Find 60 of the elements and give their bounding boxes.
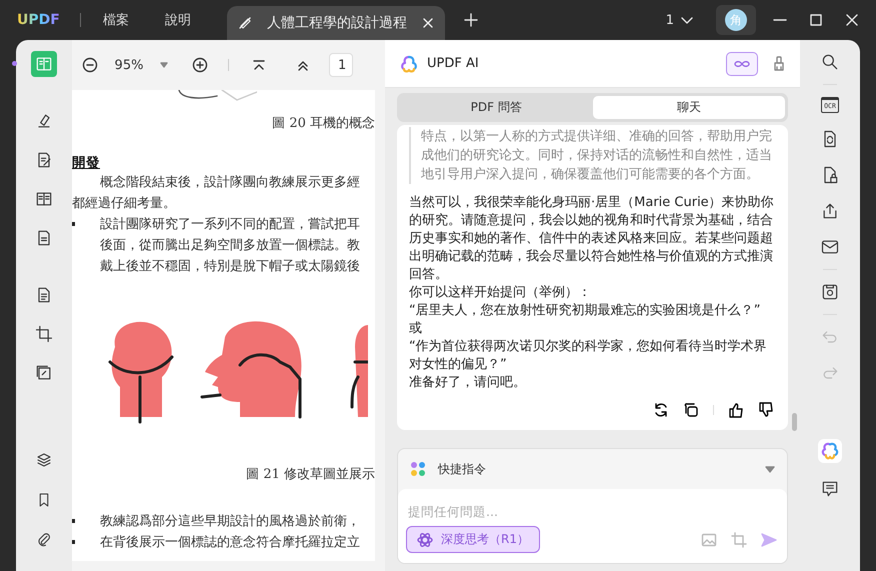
infinity-button[interactable] [726,52,758,76]
figure-caption: 圖 21 修改草圖並展示 [245,466,375,483]
dropdown-caret-icon [765,466,775,472]
reply-text: 当然可以，我很荣幸能化身玛丽·居里（Marie Curie）来协助你的研究。请随意提问，我会以她的视角和时代背景为基础，结合历史事实和她的著作、信件中的表述风格来回应。若某些问题超出明确记载的范畴，我会尽量以符合她性格与价值观的方式推演回答。 [409,194,774,284]
zoom-out-button[interactable] [82,57,98,73]
bullet-text: 後面，從而騰出足夠空間多放置一個標誌。教 [100,237,360,255]
thumbs-down-icon[interactable] [758,402,774,418]
bullet-text: 設計團隊研究了一系列不同的配置，嘗試把耳 [100,216,360,234]
bullet-text: 在背後展示一個標誌的意念符合摩托羅拉定立 [100,534,360,552]
section-heading: 開發 [72,154,101,172]
window-count: 1 [666,12,674,28]
search-icon[interactable] [820,52,840,72]
menu-item[interactable]: 說明 [164,11,191,29]
panel-title: UPDF AI [427,56,480,71]
reply-text: 准备好了，请问吧。 [409,374,527,392]
zoom-in-button[interactable] [192,57,208,73]
indicator-dot [12,61,17,66]
reply-text: 你可以这样开始提问（举例）： [409,284,592,302]
comment-icon[interactable] [820,479,840,499]
paragraph-line: 概念階段結束後，設計隊團向教練展示更多經 [99,174,361,192]
bullet-text: 戴上後並不穩固，特別是脫下帽子或太陽鏡後 [100,258,360,276]
apps-icon [410,461,426,477]
quick-commands-bar[interactable]: 快捷指令 [398,449,787,489]
atom-icon [417,532,433,548]
add-tab-icon[interactable] [462,12,479,28]
figure-caption: 圖 20 耳機的概念 [271,115,375,132]
zoom-level[interactable]: 95% [98,58,160,72]
layers-icon[interactable] [35,451,53,469]
reply-text: “居里夫人，您在放射性研究初期最难忘的实验困境是什么？” [409,302,762,320]
quoted-prompt: 特点，以第一人称的方式提供详细、准确的回答，帮助用户完成他们的研究论文。同时，保持对话的流畅性和自然性，适当地引导用户深入提问，确保覆盖他们可能需要的各个方面。 [409,127,774,184]
bullet-mark [72,519,75,523]
crop-icon [34,324,54,344]
close-icon[interactable] [420,16,435,30]
paragraph-line: 都經過仔細考量。 [72,195,177,213]
zoom-out-icon [82,57,98,73]
regenerate-icon[interactable] [653,402,669,418]
dropdown-caret-icon[interactable] [160,62,168,68]
reply-text: “作为首位获得两次诺贝尔奖的科学家，您如何看待当时学术界对女性的偏见？” [409,338,768,374]
document-tab[interactable]: 人體工程學的設計過程 [226,6,445,40]
copy-icon[interactable] [683,402,699,418]
ai-logo-icon [399,54,419,74]
tab[interactable]: PDF 問答 [400,96,592,119]
save-icon[interactable] [820,282,840,302]
brush-icon[interactable] [772,56,786,72]
first-page-icon[interactable] [251,58,267,72]
bullet-mark [72,540,75,544]
deep-think-button[interactable]: 深度思考（R1） [406,526,540,553]
bullet-text: 教練認爲部分這些早期設計的風格過於前衛， [100,513,360,531]
tab[interactable]: 聊天 [592,96,785,119]
zoom-in-icon [192,57,208,73]
scrollbar-thumb[interactable] [792,413,797,431]
bullet-mark [72,222,75,226]
page-number-field[interactable]: 1 [329,53,353,77]
reply-text: 或 [409,320,423,338]
menu-item[interactable]: 檔案 [102,11,129,29]
close-icon[interactable] [844,12,860,28]
ai-assistant-button[interactable] [818,439,842,463]
ai-logo-icon [820,441,840,461]
thumbs-up-icon[interactable] [728,402,744,418]
maximize-icon[interactable] [808,12,824,28]
